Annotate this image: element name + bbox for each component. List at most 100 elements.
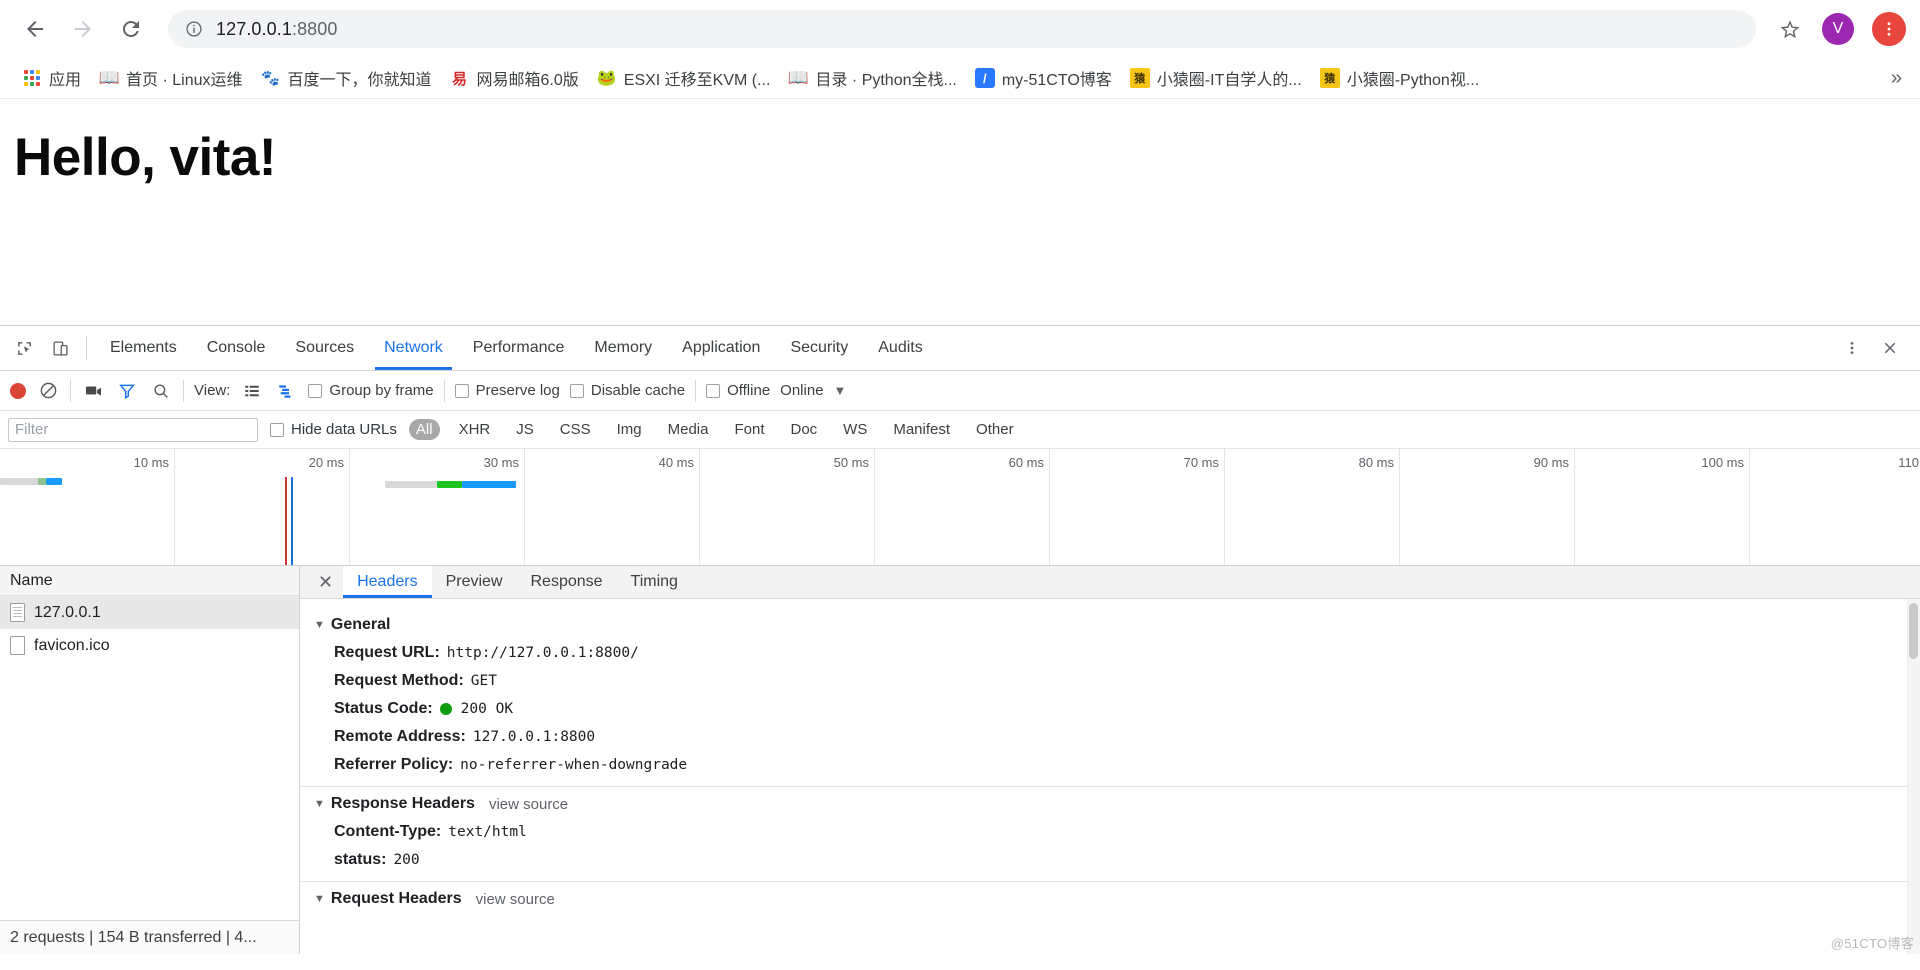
checkbox-icon[interactable]	[706, 383, 721, 398]
toolbar-divider	[695, 379, 697, 402]
tick-label: 70 ms	[1183, 455, 1219, 470]
tab-label: Network	[384, 339, 443, 356]
yellow-monkey-icon: 猿	[1319, 68, 1340, 88]
browser-chrome: 127.0.0.1:8800 V 应用 📖 首页 · Linux运维 🐾 百度一…	[0, 0, 1920, 98]
table-row[interactable]: 127.0.0.1	[0, 596, 299, 629]
devtools-panel: Elements Console Sources Network Perform…	[0, 325, 1920, 954]
section-divider	[300, 881, 1920, 882]
throttling-value[interactable]: Online	[780, 382, 823, 399]
bookmark-linux-home[interactable]: 📖 首页 · Linux运维	[91, 62, 250, 94]
header-value: 200	[393, 852, 420, 868]
offline-checkbox[interactable]: Offline	[706, 382, 770, 399]
network-timeline-overview[interactable]: 10 ms 20 ms 30 ms 40 ms 50 ms 60 ms 70 m…	[0, 449, 1920, 566]
tab-preview[interactable]: Preview	[432, 566, 517, 598]
section-request-headers-header[interactable]: ▼ Request Headers view source	[300, 885, 1920, 913]
waterfall-view-icon[interactable]	[274, 379, 298, 403]
checkbox-icon[interactable]	[454, 383, 469, 398]
bookmark-star-icon[interactable]	[1772, 11, 1808, 47]
device-toolbar-icon[interactable]	[42, 326, 78, 370]
filter-type-css[interactable]: CSS	[553, 419, 598, 440]
table-row[interactable]: favicon.ico	[0, 629, 299, 662]
document-icon	[10, 603, 25, 622]
filter-type-xhr[interactable]: XHR	[452, 419, 498, 440]
tick-label: 60 ms	[1008, 455, 1044, 470]
filter-type-doc[interactable]: Doc	[783, 419, 824, 440]
browser-menu-icon[interactable]	[1872, 12, 1906, 46]
hide-data-urls-checkbox[interactable]: Hide data URLs	[270, 421, 397, 438]
filter-input[interactable]	[8, 417, 258, 442]
bookmark-netease-mail[interactable]: 易 网易邮箱6.0版	[442, 62, 587, 94]
timeline-bar-waiting	[437, 481, 462, 488]
chevron-down-icon: ▼	[314, 798, 325, 810]
tick-label: 30 ms	[483, 455, 519, 470]
address-bar[interactable]: 127.0.0.1:8800	[168, 10, 1756, 48]
group-by-frame-checkbox[interactable]: Group by frame	[308, 382, 434, 399]
bookmark-xiaoyuanquan-python[interactable]: 猿 小猿圈-Python视...	[1312, 62, 1487, 94]
checkbox-label: Offline	[727, 382, 771, 399]
clear-icon[interactable]	[36, 379, 60, 403]
devtools-more-icon[interactable]	[1836, 332, 1868, 364]
profile-avatar[interactable]: V	[1822, 13, 1854, 45]
section-response-headers-header[interactable]: ▼ Response Headers view source	[300, 790, 1920, 818]
reload-button[interactable]	[110, 8, 152, 50]
filter-type-media[interactable]: Media	[661, 419, 716, 440]
tab-console[interactable]: Console	[192, 326, 281, 370]
bookmarks-overflow-icon[interactable]: »	[1883, 65, 1910, 92]
bookmark-baidu[interactable]: 🐾 百度一下，你就知道	[253, 62, 440, 94]
network-filter-bar: Hide data URLs All XHR JS CSS Img Media …	[0, 411, 1920, 449]
header-row-remote-address: Remote Address: 127.0.0.1:8800	[300, 723, 1920, 751]
section-general-header[interactable]: ▼ General	[300, 611, 1920, 639]
timeline-bar-stalled	[0, 478, 38, 485]
tab-security[interactable]: Security	[775, 326, 863, 370]
forward-button[interactable]	[62, 8, 104, 50]
tab-response[interactable]: Response	[516, 566, 616, 598]
checkbox-icon[interactable]	[270, 422, 284, 437]
tab-network[interactable]: Network	[369, 326, 458, 370]
filter-type-font[interactable]: Font	[727, 419, 771, 440]
checkbox-icon[interactable]	[308, 383, 323, 398]
bookmark-xiaoyuanquan-it[interactable]: 猿 小猿圈-IT自学人的...	[1122, 62, 1310, 94]
network-body: Name 127.0.0.1 favicon.ico 2 requests | …	[0, 566, 1920, 954]
close-detail-icon[interactable]: ✕	[308, 566, 343, 598]
filter-type-all[interactable]: All	[408, 419, 440, 440]
view-source-link[interactable]: view source	[476, 891, 555, 908]
tab-headers[interactable]: Headers	[343, 566, 433, 598]
disable-cache-checkbox[interactable]: Disable cache	[569, 382, 685, 399]
filter-type-img[interactable]: Img	[610, 419, 649, 440]
camera-icon[interactable]	[81, 379, 105, 403]
filter-type-other[interactable]: Other	[969, 419, 1021, 440]
chevron-down-icon[interactable]: ▼	[834, 383, 847, 398]
bookmark-python-fullstack[interactable]: 📖 目录 · Python全栈...	[780, 62, 964, 94]
filter-type-js[interactable]: JS	[509, 419, 541, 440]
tab-memory[interactable]: Memory	[579, 326, 667, 370]
detail-scrollbar-track[interactable]	[1907, 599, 1920, 954]
tab-timing[interactable]: Timing	[617, 566, 692, 598]
bookmark-esxi-kvm[interactable]: 🐸 ESXI 迁移至KVM (...	[589, 62, 779, 94]
bookmark-apps[interactable]: 应用	[14, 62, 89, 94]
preserve-log-checkbox[interactable]: Preserve log	[454, 382, 560, 399]
site-info-icon[interactable]	[184, 19, 204, 39]
checkbox-icon[interactable]	[569, 383, 584, 398]
header-row-status-code: Status Code: 200 OK	[300, 695, 1920, 723]
tab-application[interactable]: Application	[667, 326, 775, 370]
tick-label: 90 ms	[1533, 455, 1569, 470]
tab-sources[interactable]: Sources	[280, 326, 369, 370]
devtools-tabbar: Elements Console Sources Network Perform…	[0, 326, 1920, 371]
record-button-icon[interactable]	[10, 382, 26, 399]
timeline-tick: 60 ms	[875, 449, 1050, 565]
detail-scrollbar-thumb[interactable]	[1909, 603, 1918, 659]
list-view-icon[interactable]	[240, 379, 264, 403]
devtools-close-icon[interactable]	[1874, 332, 1906, 364]
filter-type-manifest[interactable]: Manifest	[886, 419, 957, 440]
tab-performance[interactable]: Performance	[458, 326, 580, 370]
tab-elements[interactable]: Elements	[95, 326, 192, 370]
filter-funnel-icon[interactable]	[115, 379, 139, 403]
request-list-header[interactable]: Name	[0, 566, 299, 596]
filter-type-ws[interactable]: WS	[836, 419, 874, 440]
inspect-element-icon[interactable]	[6, 326, 42, 370]
bookmark-51cto-blog[interactable]: / my-51CTO博客	[967, 62, 1120, 94]
tab-audits[interactable]: Audits	[863, 326, 937, 370]
search-icon[interactable]	[149, 379, 173, 403]
back-button[interactable]	[14, 8, 56, 50]
view-source-link[interactable]: view source	[489, 796, 568, 813]
